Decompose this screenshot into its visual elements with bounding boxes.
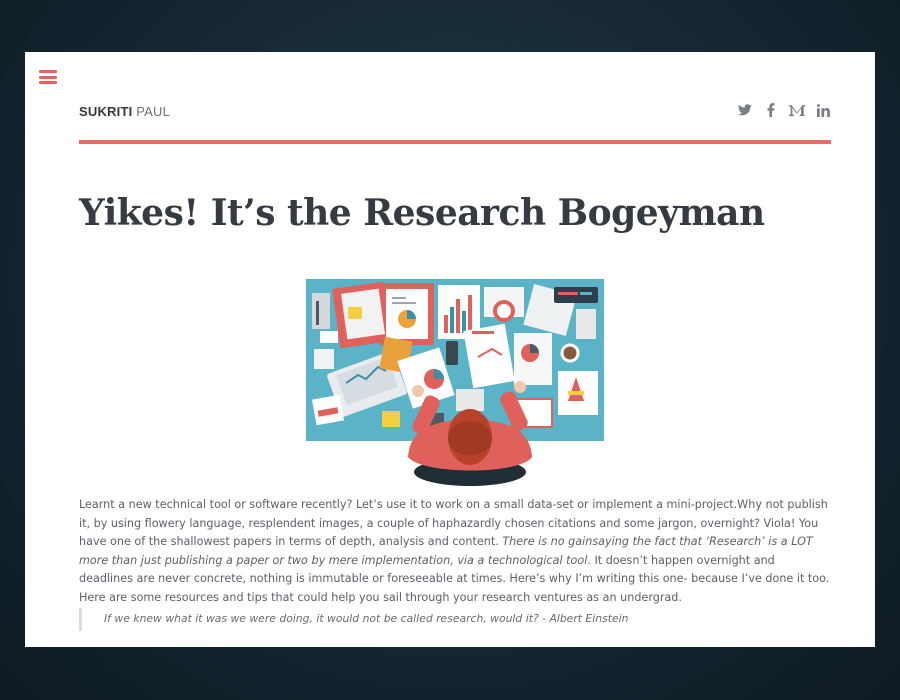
- brand-last-name: PAUL: [136, 104, 171, 119]
- site-header: SUKRITI PAUL: [79, 102, 831, 144]
- hamburger-menu-icon[interactable]: [39, 70, 57, 84]
- site-brand[interactable]: SUKRITI PAUL: [79, 104, 170, 119]
- einstein-quote: If we knew what it was we were doing, it…: [79, 608, 844, 631]
- brand-first-name: SUKRITI: [79, 104, 133, 119]
- page: SUKRITI PAUL Yikes! It’s the Research Bo…: [25, 52, 875, 647]
- article-title: Yikes! It’s the Research Bogeyman: [79, 192, 765, 234]
- linkedin-icon[interactable]: [815, 102, 831, 118]
- folder-illustration: [332, 281, 434, 349]
- social-links: [737, 102, 831, 118]
- twitter-icon[interactable]: [737, 102, 753, 118]
- article-intro-paragraph: Learnt a new technical tool or software …: [79, 496, 831, 607]
- facebook-icon[interactable]: [763, 102, 779, 118]
- medium-icon[interactable]: [789, 102, 805, 118]
- hero-illustration: [306, 279, 604, 486]
